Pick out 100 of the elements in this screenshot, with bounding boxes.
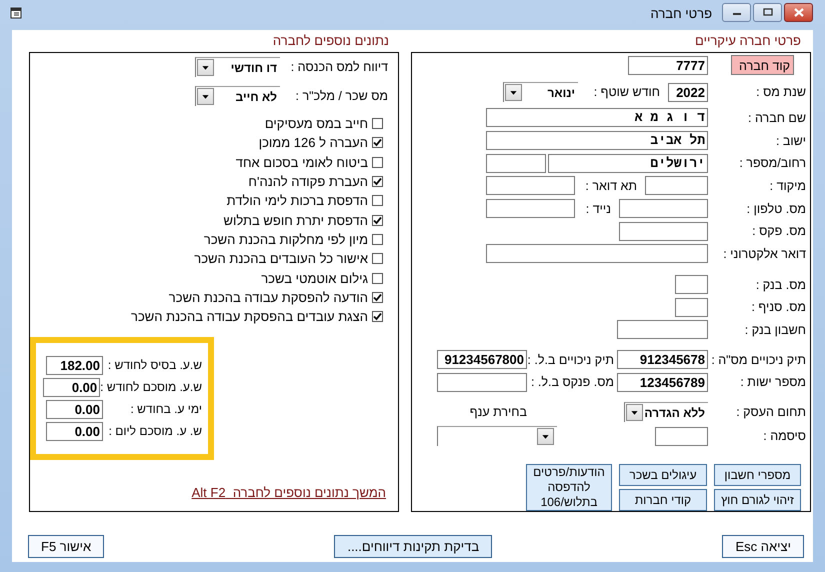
field-label: רחוב/מספר : bbox=[738, 156, 807, 170]
input-field[interactable] bbox=[617, 320, 708, 340]
checkbox-label: הצגת עובדים בהפסקת עבודה בהכנת השכר bbox=[131, 309, 368, 324]
input-field[interactable] bbox=[619, 222, 708, 241]
panel-button[interactable]: זיהוי לגורם חוץ bbox=[714, 489, 801, 512]
caret-icon bbox=[197, 59, 214, 76]
field-label: קוד חברה bbox=[731, 55, 794, 75]
checkbox-label: חייב במס מעסיקים bbox=[264, 116, 368, 132]
field-label: ש.ע. מוסכם לחודש : bbox=[100, 380, 202, 394]
field-label: שם חברה : bbox=[747, 110, 807, 125]
field-label: מס. בנק : bbox=[754, 278, 807, 292]
panel-button[interactable]: קודי חברות bbox=[619, 489, 707, 512]
caret-icon bbox=[537, 428, 554, 446]
checkbox-label: גילום אוטמטי בשכר bbox=[261, 270, 368, 286]
input-field[interactable] bbox=[486, 154, 546, 173]
input-field[interactable]: 123456789 bbox=[617, 372, 708, 392]
caret-icon bbox=[197, 88, 214, 105]
close-button[interactable] bbox=[784, 2, 813, 22]
field-label: ישוב : bbox=[774, 134, 807, 148]
field-label: מספר ישות : bbox=[739, 375, 807, 390]
input-field[interactable]: 0.00 bbox=[46, 400, 103, 419]
checkbox[interactable] bbox=[372, 176, 383, 188]
panel-button[interactable]: הודעות/פרטים להדפסה בתלוש/106 bbox=[526, 464, 612, 512]
input-field[interactable]: ירושלים bbox=[548, 154, 708, 173]
field-label: ש.ע. בסיס לחודש : bbox=[108, 358, 202, 372]
checkbox[interactable] bbox=[372, 253, 383, 264]
checkbox-label: ביטוח לאומי בסכום אחד bbox=[236, 154, 368, 170]
field-label: ש. ע. מוסכם ליום : bbox=[108, 424, 202, 438]
checkbox-label: העברת פקודה להנה'ח bbox=[248, 174, 368, 190]
dialog-button[interactable]: בדיקת תקינות דיווחים.... bbox=[334, 535, 492, 558]
input-field[interactable] bbox=[675, 298, 708, 317]
input-field[interactable]: 0.00 bbox=[43, 378, 100, 397]
caret-icon bbox=[626, 404, 643, 422]
checkbox[interactable] bbox=[372, 156, 383, 168]
maximize-icon bbox=[762, 8, 772, 16]
input-field[interactable]: תל אביב bbox=[486, 131, 708, 150]
input-field[interactable] bbox=[655, 426, 708, 446]
input-field[interactable] bbox=[486, 244, 708, 264]
checkbox-label: הדפסת ברכות לימי הולדת bbox=[226, 193, 368, 208]
input-field[interactable]: ד ו ג מ א bbox=[486, 108, 708, 128]
field-label: מס. פקס : bbox=[751, 224, 807, 238]
field-label: חודש שוטף : bbox=[592, 85, 660, 99]
field-label: תחום העסק : bbox=[735, 405, 807, 420]
maximize-button[interactable] bbox=[753, 2, 782, 22]
caret-icon bbox=[505, 84, 522, 101]
checkbox[interactable] bbox=[372, 214, 383, 226]
field-label: ימי ע. בחודש : bbox=[130, 402, 202, 416]
input-field[interactable]: 2022 bbox=[668, 82, 708, 102]
dropdown[interactable]: ינואר bbox=[503, 82, 578, 102]
minimize-button[interactable] bbox=[722, 2, 751, 22]
input-field[interactable] bbox=[486, 176, 575, 196]
app-icon bbox=[10, 7, 24, 19]
checkbox[interactable] bbox=[372, 118, 383, 130]
checkbox-label: הדפסת יתרת חופש בתלוש bbox=[224, 212, 368, 228]
checkbox[interactable] bbox=[372, 195, 383, 206]
panel-button[interactable]: עיגולים בשכר bbox=[619, 464, 707, 486]
checkbox[interactable] bbox=[372, 292, 383, 303]
field-label: תיק ניכויים ב.ל. : bbox=[527, 352, 615, 367]
input-field[interactable]: 91234567800 bbox=[437, 350, 527, 370]
input-field[interactable] bbox=[619, 199, 708, 218]
input-field[interactable] bbox=[645, 176, 708, 196]
field-label: חשבון בנק : bbox=[744, 322, 807, 337]
field-label: תיק ניכויים מס"ה : bbox=[710, 352, 807, 367]
field-label: מס. סניף : bbox=[750, 300, 807, 314]
dropdown[interactable]: לא חייב bbox=[195, 86, 280, 106]
field-label: דואר אלקטרוני : bbox=[722, 246, 807, 261]
input-field[interactable]: 7777 bbox=[628, 56, 708, 74]
field-label: תא דואר : bbox=[584, 178, 638, 193]
input-field[interactable]: 182.00 bbox=[46, 356, 103, 375]
checkbox-label: אישור כל העובדים בהכנת השכר bbox=[194, 251, 368, 266]
dropdown[interactable]: דו חודשי bbox=[195, 57, 280, 77]
field-label: מיקוד : bbox=[768, 178, 807, 193]
section-heading: נתונים נוספים לחברה bbox=[272, 32, 390, 50]
input-field[interactable]: 912345678 bbox=[617, 350, 708, 370]
input-field[interactable] bbox=[486, 199, 575, 218]
field-label: נייד : bbox=[584, 202, 612, 216]
dropdown[interactable] bbox=[437, 426, 557, 446]
input-field[interactable] bbox=[437, 372, 527, 392]
checkbox[interactable] bbox=[372, 311, 383, 322]
dialog-button[interactable]: אישור F5 bbox=[28, 535, 104, 558]
window-title: פרטי חברה bbox=[650, 6, 712, 20]
checkbox-label: הודעה להפסקת עבודה בהכנת השכר bbox=[168, 290, 368, 305]
checkbox-label: מיון לפי מחלקות בהכנת השכר bbox=[204, 232, 368, 247]
field-label: מס שכר / מלכ"ר : bbox=[294, 89, 389, 103]
checkbox[interactable] bbox=[372, 137, 383, 148]
field-label: בחירת ענף bbox=[468, 405, 528, 420]
checkbox[interactable] bbox=[372, 272, 383, 284]
input-field[interactable] bbox=[675, 275, 708, 294]
field-label: מס. פנקס ב.ל. : bbox=[530, 375, 615, 390]
input-field[interactable]: 0.00 bbox=[46, 422, 103, 441]
more-data-link[interactable]: המשך נתונים נוספים לחברה Alt F2 bbox=[192, 485, 386, 500]
dropdown[interactable]: ללא הגדרה bbox=[624, 402, 708, 422]
section-heading: פרטי חברה עיקריים bbox=[694, 32, 802, 50]
field-label: דיווח למס הכנסה : bbox=[290, 60, 389, 74]
field-label: סיסמה : bbox=[762, 429, 807, 444]
panel-button[interactable]: מספרי חשבון bbox=[714, 464, 801, 486]
field-label: שנת מס : bbox=[755, 85, 807, 99]
dialog-button[interactable]: יציאה Esc bbox=[722, 535, 804, 558]
field-label: מס. טלפון : bbox=[746, 202, 807, 216]
checkbox[interactable] bbox=[372, 234, 383, 245]
